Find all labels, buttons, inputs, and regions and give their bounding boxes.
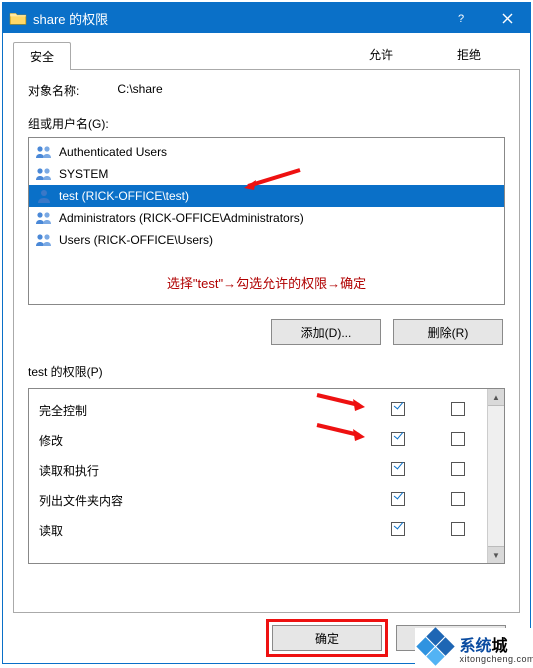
close-button[interactable]	[484, 3, 530, 33]
deny-checkbox[interactable]	[451, 432, 465, 446]
allow-checkbox[interactable]	[391, 492, 405, 506]
object-name-value: C:\share	[117, 82, 162, 99]
allow-checkbox[interactable]	[391, 462, 405, 476]
group-icon	[35, 166, 53, 182]
perm-name: 完全控制	[39, 402, 366, 419]
allow-checkbox[interactable]	[391, 402, 405, 416]
folder-icon	[9, 9, 27, 27]
perm-row: 读取和执行	[39, 455, 487, 485]
allow-checkbox[interactable]	[391, 432, 405, 446]
deny-checkbox[interactable]	[451, 402, 465, 416]
add-button[interactable]: 添加(D)...	[271, 319, 381, 345]
perm-name: 列出文件夹内容	[39, 492, 366, 509]
permissions-list: 完全控制修改读取和执行列出文件夹内容读取 ▲ ▼	[28, 388, 505, 564]
perm-row: 读取	[39, 515, 487, 545]
list-item[interactable]: SYSTEM	[29, 163, 504, 185]
perm-name: 修改	[39, 432, 366, 449]
group-users-label: 组或用户名(G):	[28, 115, 505, 132]
watermark-logo-icon	[415, 628, 455, 668]
scroll-down-icon[interactable]: ▼	[488, 546, 504, 563]
ok-button[interactable]: 确定	[272, 625, 382, 651]
group-icon	[35, 144, 53, 160]
allow-checkbox[interactable]	[391, 522, 405, 536]
list-item-label: Administrators (RICK-OFFICE\Administrato…	[59, 211, 304, 225]
tab-panel: 对象名称: C:\share 组或用户名(G): Authenticated U…	[13, 69, 520, 613]
object-name-label: 对象名称:	[28, 82, 79, 99]
tab-security[interactable]: 安全	[13, 42, 71, 70]
permissions-dialog: share 的权限 ? 安全 对象名称: C:\share 组或用户名(G): …	[2, 2, 531, 664]
group-icon	[35, 232, 53, 248]
tabstrip: 安全	[13, 41, 520, 69]
list-item[interactable]: Users (RICK-OFFICE\Users)	[29, 229, 504, 251]
watermark-text: 系统城 xitongcheng.com	[459, 632, 533, 664]
deny-checkbox[interactable]	[451, 522, 465, 536]
permissions-for-label: test 的权限(P)	[28, 363, 505, 380]
scroll-thumb[interactable]	[488, 406, 504, 546]
help-button[interactable]: ?	[440, 3, 484, 33]
perm-row: 修改	[39, 425, 487, 455]
list-item[interactable]: Administrators (RICK-OFFICE\Administrato…	[29, 207, 504, 229]
scroll-up-icon[interactable]: ▲	[488, 389, 504, 406]
perm-row: 列出文件夹内容	[39, 485, 487, 515]
list-item-selected[interactable]: test (RICK-OFFICE\test)	[29, 185, 504, 207]
scrollbar[interactable]: ▲ ▼	[487, 389, 504, 563]
list-item-label: test (RICK-OFFICE\test)	[59, 189, 189, 203]
remove-button[interactable]: 删除(R)	[393, 319, 503, 345]
list-item[interactable]: Authenticated Users	[29, 141, 504, 163]
group-users-list[interactable]: Authenticated Users SYSTEM test (RICK-OFFI…	[28, 137, 505, 305]
annotation-text: 选择"test"→勾选允许的权限→确定	[29, 273, 504, 292]
titlebar: share 的权限 ?	[3, 3, 530, 33]
perm-name: 读取	[39, 522, 366, 539]
user-buttons: 添加(D)... 删除(R)	[28, 319, 503, 345]
object-row: 对象名称: C:\share	[28, 82, 505, 99]
list-item-label: Users (RICK-OFFICE\Users)	[59, 233, 213, 247]
window-title: share 的权限	[33, 9, 440, 28]
list-item-label: SYSTEM	[59, 167, 108, 181]
group-icon	[35, 210, 53, 226]
user-icon	[35, 188, 53, 204]
deny-checkbox[interactable]	[451, 492, 465, 506]
perm-name: 读取和执行	[39, 462, 366, 479]
perm-row: 完全控制	[39, 395, 487, 425]
deny-checkbox[interactable]	[451, 462, 465, 476]
dialog-body: 安全 对象名称: C:\share 组或用户名(G): Authenticate…	[3, 33, 530, 663]
watermark: 系统城 xitongcheng.com	[415, 628, 533, 668]
list-item-label: Authenticated Users	[59, 145, 167, 159]
svg-text:?: ?	[458, 13, 464, 24]
